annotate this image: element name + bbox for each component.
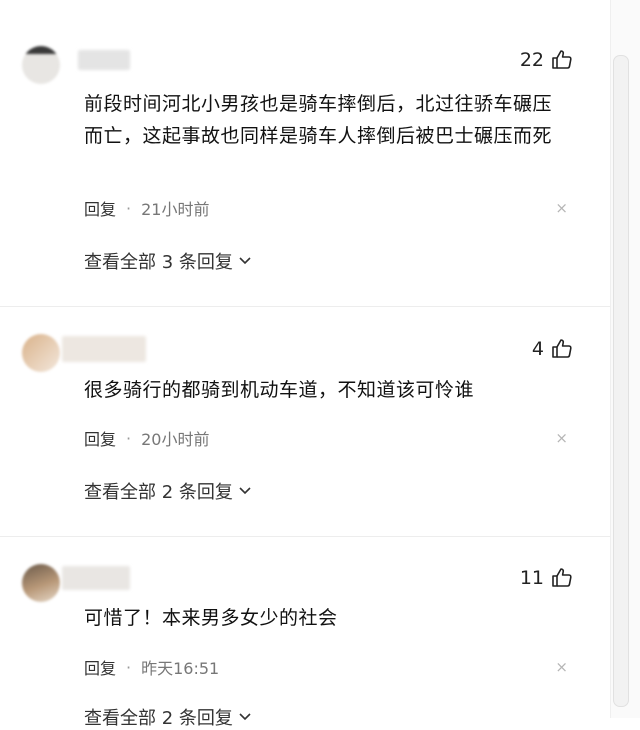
separator: ·	[126, 657, 132, 677]
avatar[interactable]	[22, 334, 60, 372]
like-button[interactable]: 22	[520, 48, 574, 72]
timestamp: 昨天16:51	[141, 659, 220, 678]
reply-button[interactable]: 回复	[84, 655, 116, 679]
username[interactable]	[78, 50, 130, 70]
comment-text: 很多骑行的都骑到机动车道，不知道该可怜谁	[84, 379, 475, 401]
thumbs-up-icon	[552, 568, 572, 587]
close-icon[interactable]: ×	[555, 658, 568, 676]
close-icon[interactable]: ×	[555, 199, 568, 217]
view-all-replies[interactable]: 查看全部 2 条回复	[84, 704, 251, 730]
comment-text: 可惜了！本来男多女少的社会	[84, 607, 338, 629]
comment-meta: 回复 · 20小时前	[84, 426, 209, 450]
view-all-replies[interactable]: 查看全部 2 条回复	[84, 478, 251, 504]
chevron-down-icon	[239, 487, 251, 495]
comment-3: 11 可惜了！本来男多女少的社会 回复 · 昨天16:51 × 查看全部 2 条…	[0, 540, 610, 729]
like-count: 4	[531, 338, 544, 360]
comment-1: 22 前段时间河北小男孩也是骑车摔倒后，北过往骄车碾压而亡，这起事故也同样是骑车…	[0, 0, 610, 300]
chevron-down-icon	[239, 713, 251, 721]
view-all-label: 查看全部 3 条回复	[84, 252, 233, 273]
like-button[interactable]: 11	[520, 566, 574, 590]
separator: ·	[126, 428, 132, 448]
comment-meta: 回复 · 21小时前	[84, 196, 209, 220]
reply-button[interactable]: 回复	[84, 196, 116, 220]
divider	[0, 306, 610, 307]
avatar[interactable]	[22, 46, 60, 84]
thumbs-up-icon	[552, 50, 572, 69]
comment-text: 前段时间河北小男孩也是骑车摔倒后，北过往骄车碾压而亡，这起事故也同样是骑车人摔倒…	[84, 93, 553, 147]
chevron-down-icon	[239, 257, 251, 265]
timestamp: 20小时前	[141, 430, 210, 449]
username[interactable]	[62, 336, 146, 362]
separator: ·	[126, 198, 132, 218]
divider	[0, 536, 610, 537]
comment-meta: 回复 · 昨天16:51	[84, 655, 219, 679]
scrollbar-thumb[interactable]	[613, 55, 629, 707]
like-count: 22	[519, 49, 544, 71]
like-button[interactable]: 4	[532, 337, 574, 361]
comment-2: 4 很多骑行的都骑到机动车道，不知道该可怜谁 回复 · 20小时前 × 查看全部…	[0, 310, 610, 530]
avatar[interactable]	[22, 564, 60, 602]
view-all-label: 查看全部 2 条回复	[84, 482, 233, 503]
view-all-replies[interactable]: 查看全部 3 条回复	[84, 248, 251, 274]
close-icon[interactable]: ×	[555, 429, 568, 447]
timestamp: 21小时前	[141, 200, 210, 219]
view-all-label: 查看全部 2 条回复	[84, 708, 233, 729]
like-count: 11	[519, 567, 544, 589]
thumbs-up-icon	[552, 339, 572, 358]
username[interactable]	[62, 566, 130, 590]
reply-button[interactable]: 回复	[84, 426, 116, 450]
